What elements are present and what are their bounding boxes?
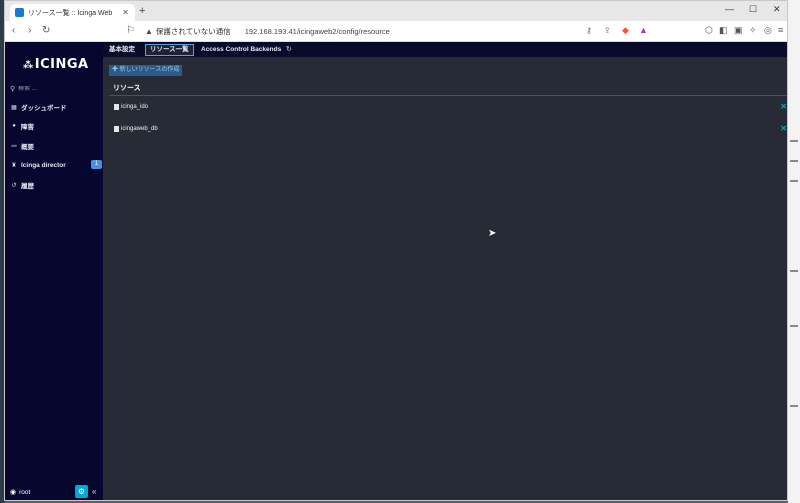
desktop-right-edge (788, 0, 800, 503)
plus-icon: ✚ (112, 67, 120, 73)
user-icon: ◉ (10, 489, 17, 496)
sidebar-item-overview[interactable]: ⚯ 概要 (10, 140, 102, 152)
reload-icon[interactable]: ↻ (42, 25, 50, 36)
sidebar-item-label: 障害 (21, 124, 34, 131)
leo-ai-icon[interactable]: ✧ (749, 25, 757, 36)
warning-icon: ▲ (145, 27, 153, 36)
director-icon: ♜ (11, 162, 17, 169)
window-close-icon[interactable]: ✕ (773, 4, 781, 15)
delete-icon[interactable]: ✕ (780, 124, 787, 133)
sidebar: ⁂icinga ⚲ ▦ ダッシュボード ● 障害 ⚯ 概要 ♜ Icinga d… (5, 42, 103, 500)
gear-icon: ⚙ (77, 487, 86, 496)
browser-window: リソース一覧 :: Icinga Web ✕ + — ☐ ✕ ‹ › ↻ ⚐ ▲… (4, 0, 788, 501)
sidebar-item-director[interactable]: ♜ Icinga director 1 (10, 159, 102, 171)
wallet-icon[interactable]: ▣ (734, 25, 743, 36)
sidebar-item-history[interactable]: ↺ 履歴 (10, 179, 102, 191)
mouse-cursor-icon: ➤ (488, 228, 497, 239)
sidebar-item-label: 概要 (21, 144, 34, 151)
main-content: 基本設定 リソース一覧 Access Control Backends ↻ ✚ … (103, 42, 787, 500)
section-title: リソース (113, 85, 141, 92)
tab-general[interactable]: 基本設定 (109, 44, 135, 56)
icinga-favicon-icon (15, 8, 24, 17)
problems-icon: ● (12, 123, 16, 129)
icinga-app: ⁂icinga ⚲ ▦ ダッシュボード ● 障害 ⚯ 概要 ♜ Icinga d… (5, 42, 787, 500)
collapse-sidebar-icon[interactable]: « (92, 487, 96, 496)
dashboard-icon: ▦ (11, 104, 17, 111)
brave-rewards-icon[interactable]: ▲ (639, 25, 648, 35)
config-tabs: 基本設定 リソース一覧 Access Control Backends ↻ (103, 42, 787, 57)
browser-tabstrip: リソース一覧 :: Icinga Web ✕ + — ☐ ✕ (5, 1, 787, 21)
create-resource-button[interactable]: ✚ 新しいリソースの作成 (109, 65, 183, 76)
browser-tab-title: リソース一覧 :: Icinga Web (28, 9, 113, 17)
search-icon: ⚲ (10, 86, 16, 93)
new-tab-button[interactable]: + (139, 5, 145, 17)
document-icon (114, 104, 119, 110)
address-bar[interactable]: ▲ 保護されていない通信 192.168.193.41/icingaweb2/c… (145, 24, 623, 39)
sidebar-item-dashboard[interactable]: ▦ ダッシュボード (10, 101, 102, 113)
delete-icon[interactable]: ✕ (780, 102, 787, 111)
share-icon[interactable]: ⇪ (604, 26, 611, 35)
brave-shield-icon[interactable]: ◆ (622, 25, 629, 36)
resource-row[interactable]: icinga_ido ✕ (109, 101, 787, 113)
section-divider (109, 95, 787, 96)
sidebar-toggle-icon[interactable]: ◧ (719, 25, 728, 36)
browser-tab[interactable]: リソース一覧 :: Icinga Web ✕ (10, 4, 135, 21)
maximize-icon[interactable]: ☐ (749, 4, 757, 15)
menu-icon[interactable]: ≡ (778, 25, 783, 35)
sidebar-item-label: 履歴 (21, 183, 34, 190)
close-tab-icon[interactable]: ✕ (122, 8, 129, 17)
logo-text: icinga (34, 57, 89, 72)
user-name: root (19, 488, 31, 496)
create-resource-label: 新しいリソースの作成 (119, 67, 180, 73)
icinga-logo-mark-icon: ⁂ (23, 60, 34, 71)
history-icon: ↺ (11, 182, 17, 189)
key-icon[interactable]: ⚷ (586, 26, 592, 35)
forward-icon[interactable]: › (28, 25, 31, 36)
search-input[interactable] (18, 86, 89, 92)
configuration-button[interactable]: ⚙ (75, 485, 88, 498)
icinga-logo[interactable]: ⁂icinga (23, 57, 89, 72)
resource-row[interactable]: icingaweb_db ✕ (109, 123, 787, 135)
address-url[interactable]: 192.168.193.41/icingaweb2/config/resourc… (245, 27, 390, 36)
user-menu[interactable]: ◉ root (10, 488, 31, 497)
sidebar-item-label: Icinga director (21, 161, 66, 169)
search-box: ⚲ (10, 84, 100, 94)
refresh-icon[interactable]: ↻ (286, 45, 292, 53)
vpn-icon[interactable]: ◎ (764, 25, 772, 36)
document-icon (114, 126, 119, 132)
extensions-icon[interactable]: ⬡ (705, 25, 713, 36)
minimize-icon[interactable]: — (725, 4, 734, 14)
resource-name[interactable]: icingaweb_db (121, 126, 158, 132)
sidebar-item-problems[interactable]: ● 障害 (10, 120, 102, 132)
resource-name[interactable]: icinga_ido (121, 104, 148, 110)
bookmark-icon[interactable]: ⚐ (126, 25, 135, 36)
address-security-warning: 保護されていない通信 (155, 27, 231, 36)
overview-icon: ⚯ (11, 143, 17, 150)
browser-toolbar: ‹ › ↻ ⚐ ▲ 保護されていない通信 192.168.193.41/icin… (5, 21, 787, 42)
director-badge: 1 (91, 160, 102, 169)
tab-access-control-backends[interactable]: Access Control Backends (201, 44, 281, 56)
tab-resources[interactable]: リソース一覧 (145, 44, 194, 56)
back-icon[interactable]: ‹ (12, 25, 15, 36)
sidebar-item-label: ダッシュボード (21, 105, 67, 112)
